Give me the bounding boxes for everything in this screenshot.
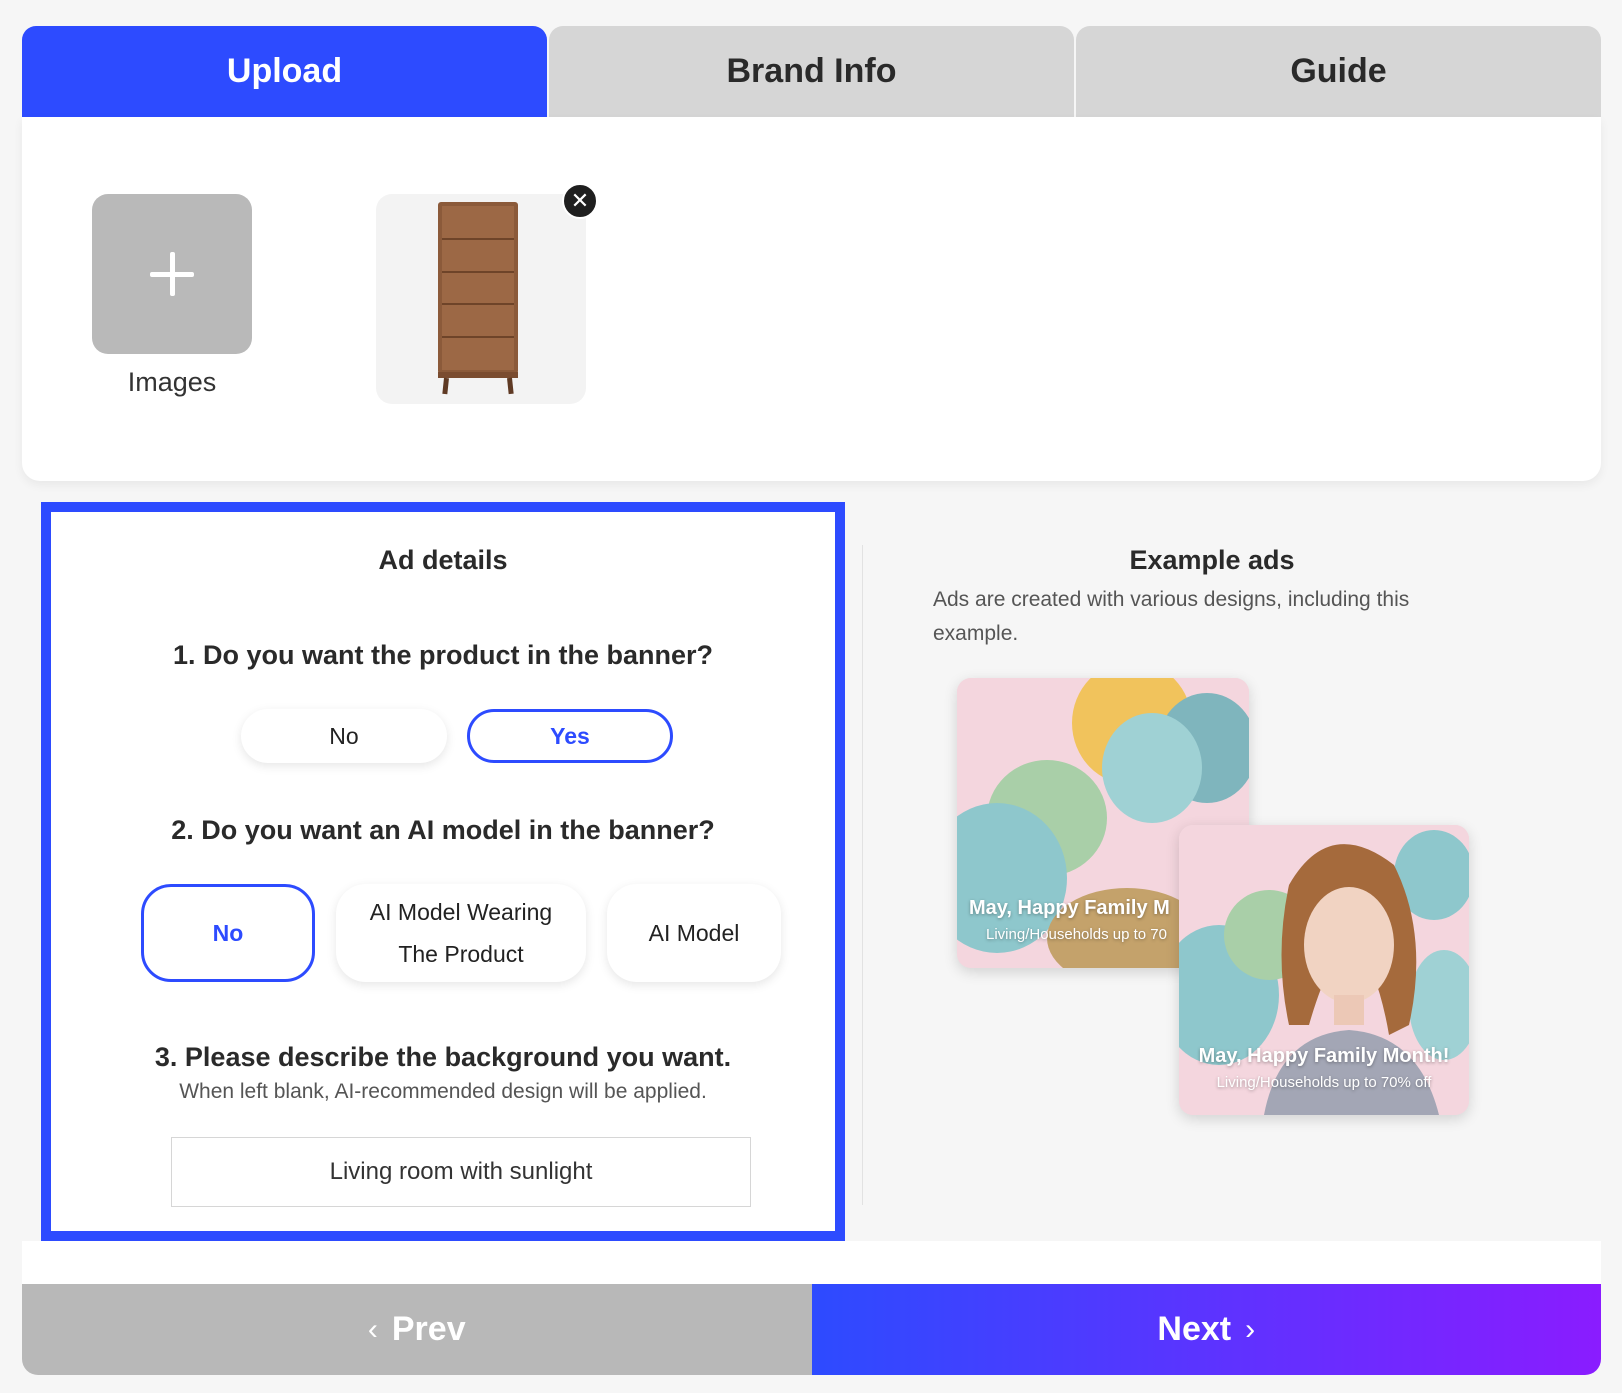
option-line: The Product: [398, 941, 524, 967]
ad-details-title: Ad details: [378, 545, 508, 575]
prev-label: Prev: [391, 1310, 466, 1348]
next-button[interactable]: Next ›: [811, 1284, 1601, 1375]
ai-model-wearing-product-button[interactable]: AI Model Wearing The Product: [336, 884, 586, 982]
ai-model-button[interactable]: AI Model: [607, 884, 781, 982]
add-image-button[interactable]: [92, 194, 252, 354]
panel-divider: [862, 545, 863, 1205]
example-ad-card-2: May, Happy Family Month! Living/Househol…: [1179, 825, 1469, 1115]
tab-bar: Upload Brand Info Guide: [22, 26, 1601, 117]
remove-image-button[interactable]: ✕: [562, 183, 598, 219]
next-label: Next: [1157, 1310, 1232, 1348]
upload-panel: Images ✕: [22, 117, 1601, 481]
ad-subtext: Living/Households up to 70% off: [1216, 1074, 1432, 1091]
uploaded-image-thumbnail[interactable]: [376, 194, 586, 404]
chevron-right-icon: ›: [1245, 1312, 1256, 1346]
option-line: AI Model Wearing: [369, 899, 553, 925]
question-background: 3. Please describe the background you wa…: [154, 1042, 732, 1072]
add-image-label: Images: [127, 367, 217, 397]
ai-model-no-button[interactable]: No: [141, 884, 315, 982]
panel-footer-spacer: [22, 1241, 1601, 1284]
ad-details-panel: Ad details 1. Do you want the product in…: [41, 502, 845, 1241]
plus-icon: [150, 252, 194, 296]
product-yes-button[interactable]: Yes: [467, 709, 673, 763]
product-no-button[interactable]: No: [241, 709, 447, 763]
example-ads-description: Ads are created with various designs, in…: [933, 588, 1410, 645]
question-ai-model: 2. Do you want an AI model in the banner…: [171, 815, 715, 845]
tab-guide[interactable]: Guide: [1076, 26, 1601, 117]
background-hint: When left blank, AI-recommended design w…: [179, 1080, 707, 1103]
example-ads-title: Example ads: [1129, 545, 1295, 575]
dresser-image: [438, 202, 518, 395]
background-input[interactable]: [171, 1137, 751, 1207]
prev-button[interactable]: ‹ Prev: [22, 1284, 812, 1375]
chevron-left-icon: ‹: [367, 1312, 378, 1346]
ad-headline: May, Happy Family Month!: [1198, 1045, 1450, 1067]
tab-brand-info[interactable]: Brand Info: [549, 26, 1074, 117]
tab-upload[interactable]: Upload: [22, 26, 547, 117]
question-product-in-banner: 1. Do you want the product in the banner…: [172, 640, 713, 670]
model-image: [1179, 825, 1469, 1115]
close-icon: ✕: [570, 188, 590, 213]
bottom-nav: ‹ Prev Next ›: [22, 1284, 1601, 1375]
